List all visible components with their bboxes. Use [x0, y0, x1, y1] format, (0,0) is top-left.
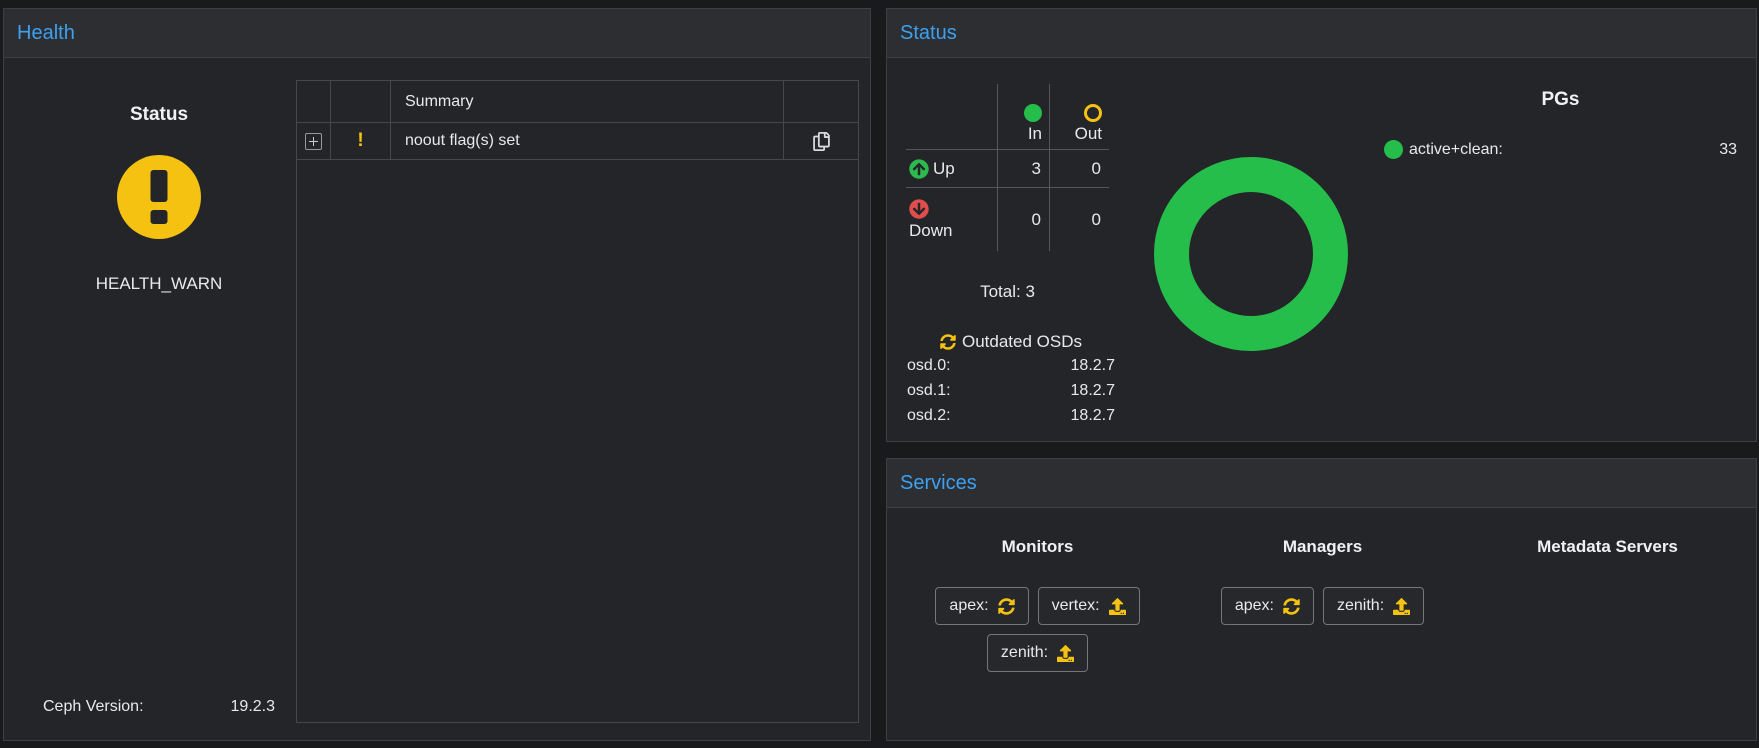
metadata-servers-column: Metadata Servers — [1465, 508, 1750, 587]
osd-down-in-value: 0 — [997, 188, 1049, 251]
status-panel: Status In Out Up 3 0 Down 0 0 Total: 3 O… — [886, 8, 1757, 442]
osd-table-corner-cell — [906, 84, 997, 150]
osd-name: osd.1: — [907, 382, 951, 400]
summary-table-header-row: Summary — [297, 81, 858, 123]
upload-icon — [1393, 598, 1410, 615]
services-panel-title: Services — [900, 472, 977, 495]
out-ring-icon — [1084, 104, 1102, 122]
expand-plus-icon[interactable] — [305, 133, 322, 150]
refresh-icon — [998, 598, 1015, 615]
monitors-title: Monitors — [1002, 537, 1074, 557]
service-label: zenith: — [1337, 597, 1384, 615]
managers-column: Managers apex: zenith: — [1180, 508, 1465, 625]
arrow-circle-down-icon — [909, 199, 929, 219]
upload-icon — [1109, 598, 1126, 615]
upload-icon — [1057, 645, 1074, 662]
service-button-mon-vertex[interactable]: vertex: — [1038, 587, 1140, 625]
summary-cell: noout flag(s) set — [391, 123, 784, 159]
osd-updown-table: In Out Up 3 0 Down 0 0 — [906, 84, 1109, 251]
up-label: Up — [933, 159, 955, 179]
pgs-title: PGs — [1384, 89, 1737, 111]
services-panel: Services Monitors apex: vertex: zenith: … — [886, 458, 1757, 741]
health-summary-table: Summary ! noout flag(s) set — [296, 80, 859, 723]
status-panel-title: Status — [900, 22, 957, 45]
osd-name: osd.2: — [907, 407, 951, 425]
refresh-icon — [940, 334, 956, 350]
warning-exclamation-dot — [151, 210, 168, 224]
service-button-mon-zenith[interactable]: zenith: — [987, 634, 1088, 672]
expand-cell — [297, 123, 331, 159]
ceph-version-value: 19.2.3 — [231, 698, 275, 716]
osd-name: osd.0: — [907, 357, 951, 375]
osd-up-out-value: 0 — [1049, 150, 1109, 188]
outdated-osds-title: Outdated OSDs — [962, 332, 1082, 352]
pgs-legend-value: 33 — [1719, 141, 1737, 159]
osd-down-row-label: Down — [906, 188, 997, 251]
service-label: apex: — [1235, 597, 1274, 615]
in-dot-icon — [1024, 104, 1042, 122]
summary-column-header: Summary — [391, 81, 784, 122]
copy-cell — [784, 123, 858, 159]
actions-column-header — [784, 81, 858, 122]
pgs-legend-row: active+clean: 33 — [1384, 140, 1737, 159]
service-label: apex: — [949, 597, 988, 615]
pgs-block: PGs active+clean: 33 — [1384, 89, 1737, 159]
osd-version: 18.2.7 — [1071, 407, 1115, 425]
managers-title: Managers — [1283, 537, 1362, 557]
pgs-donut-chart — [1154, 157, 1348, 351]
osd-total: Total: 3 — [906, 282, 1109, 302]
ceph-version-row: Ceph Version: 19.2.3 — [43, 698, 275, 716]
health-panel-header: Health — [4, 9, 870, 58]
health-status-value: HEALTH_WARN — [96, 274, 223, 294]
health-panel: Health Status HEALTH_WARN Ceph Version: … — [3, 8, 871, 741]
copy-icon[interactable] — [812, 132, 831, 151]
severity-cell: ! — [331, 123, 391, 159]
health-panel-title: Health — [17, 22, 75, 45]
health-warning-icon — [117, 155, 201, 239]
expand-column-header — [297, 81, 331, 122]
monitors-column: Monitors apex: vertex: zenith: — [895, 508, 1180, 672]
service-label: zenith: — [1001, 644, 1048, 662]
out-label: Out — [1075, 124, 1102, 144]
health-status-column: Status HEALTH_WARN Ceph Version: 19.2.3 — [34, 58, 284, 742]
pgs-legend-label: active+clean: — [1409, 141, 1503, 159]
list-item: osd.1: 18.2.7 — [907, 378, 1115, 403]
osd-in-header: In — [997, 84, 1049, 150]
active-clean-dot-icon — [1384, 140, 1403, 159]
arrow-circle-up-icon — [909, 159, 929, 179]
outdated-osds-block: Outdated OSDs osd.0: 18.2.7 osd.1: 18.2.… — [907, 331, 1115, 428]
osd-version: 18.2.7 — [1071, 357, 1115, 375]
managers-buttons: apex: zenith: — [1180, 587, 1465, 625]
table-row[interactable]: ! noout flag(s) set — [297, 123, 858, 160]
list-item: osd.2: 18.2.7 — [907, 403, 1115, 428]
metadata-servers-title: Metadata Servers — [1537, 537, 1678, 557]
refresh-icon — [1283, 598, 1300, 615]
list-item: osd.0: 18.2.7 — [907, 353, 1115, 378]
osd-up-in-value: 3 — [997, 150, 1049, 188]
service-button-mon-apex[interactable]: apex: — [935, 587, 1028, 625]
health-status-heading: Status — [130, 104, 188, 126]
warning-icon: ! — [357, 130, 363, 152]
osd-out-header: Out — [1049, 84, 1109, 150]
osd-version: 18.2.7 — [1071, 382, 1115, 400]
down-label: Down — [909, 221, 997, 241]
services-panel-header: Services — [887, 459, 1756, 508]
ceph-version-label: Ceph Version: — [43, 698, 144, 716]
severity-column-header — [331, 81, 391, 122]
service-button-mgr-zenith[interactable]: zenith: — [1323, 587, 1424, 625]
monitors-buttons: apex: vertex: zenith: — [895, 587, 1180, 672]
warning-exclamation-bar — [151, 170, 168, 202]
osd-up-row-label: Up — [906, 150, 997, 188]
service-button-mgr-apex[interactable]: apex: — [1221, 587, 1314, 625]
outdated-osds-title-row: Outdated OSDs — [907, 331, 1115, 353]
status-panel-header: Status — [887, 9, 1756, 58]
osd-down-out-value: 0 — [1049, 188, 1109, 251]
service-label: vertex: — [1052, 597, 1100, 615]
in-label: In — [1028, 124, 1042, 144]
